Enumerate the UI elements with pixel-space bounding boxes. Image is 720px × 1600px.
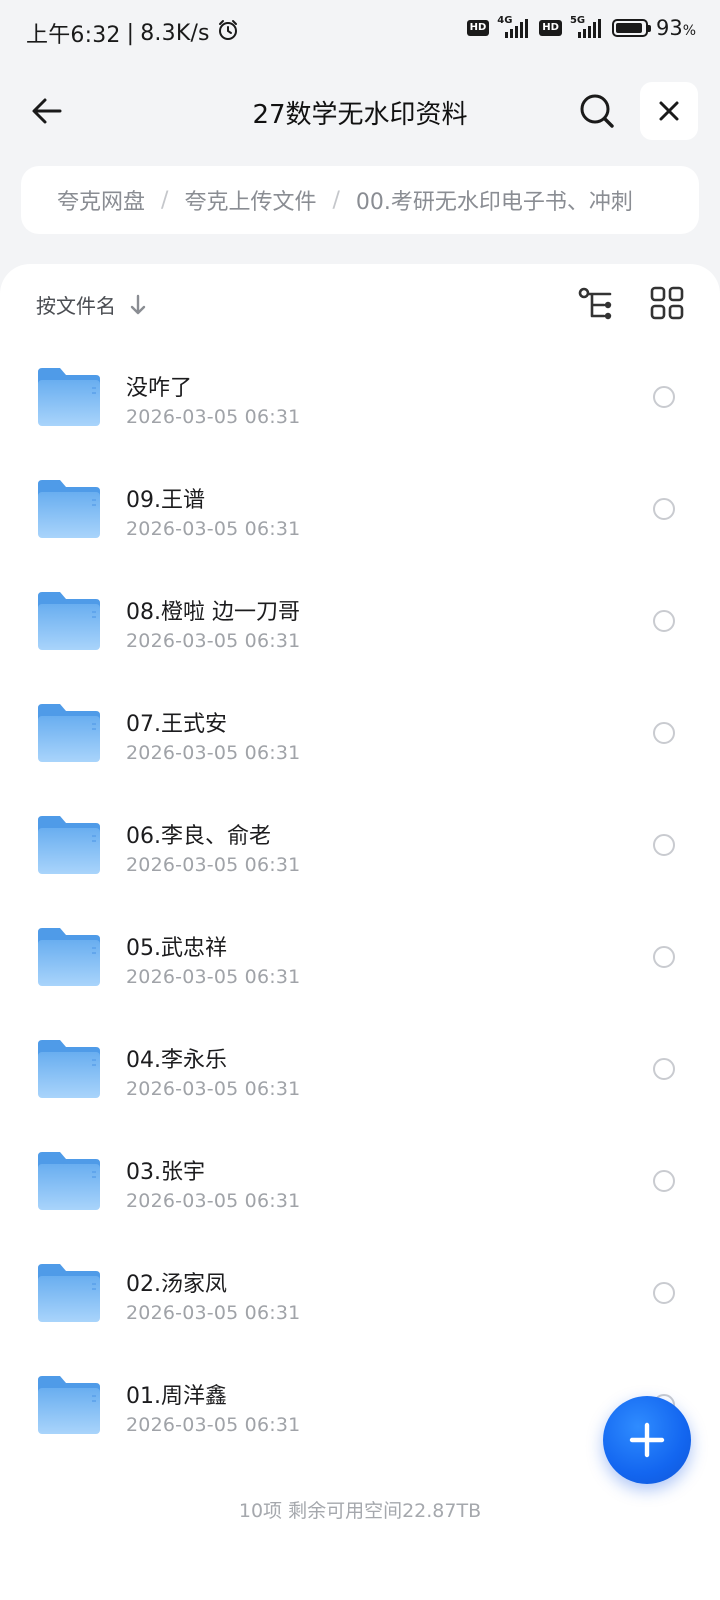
status-time: 上午6:32 [26, 23, 121, 48]
file-panel: 按文件名 没咋了 2026-03-05 06:31 09.王谱 2026-03-… [0, 264, 720, 1600]
search-icon [580, 94, 614, 128]
plus-icon [629, 1422, 665, 1458]
breadcrumb-separator: / [161, 187, 169, 213]
status-divider: | [126, 20, 135, 46]
breadcrumb-separator: / [332, 187, 340, 213]
battery-percent: 93% [655, 16, 696, 40]
folder-icon [38, 1264, 100, 1322]
file-row[interactable]: 没咋了 2026-03-05 06:31 [0, 344, 720, 456]
status-left: 上午6:32 | 8.3K/s [26, 17, 240, 49]
storage-summary: 10项 剩余可用空间22.87TB [238, 1500, 482, 1522]
folder-icon [38, 1152, 100, 1210]
select-radio[interactable] [653, 946, 675, 968]
file-name: 05.武忠祥 [126, 936, 227, 961]
file-row[interactable]: 09.王谱 2026-03-05 06:31 [0, 456, 720, 568]
file-name: 04.李永乐 [126, 1048, 227, 1073]
select-radio[interactable] [653, 1170, 675, 1192]
file-row[interactable]: 05.武忠祥 2026-03-05 06:31 [0, 904, 720, 1016]
file-date: 2026-03-05 06:31 [126, 742, 301, 764]
file-row[interactable]: 03.张宇 2026-03-05 06:31 [0, 1128, 720, 1240]
file-row[interactable]: 02.汤家凤 2026-03-05 06:31 [0, 1240, 720, 1352]
select-radio[interactable] [653, 498, 675, 520]
folder-icon [38, 592, 100, 650]
grid-view-icon[interactable] [650, 286, 684, 320]
breadcrumb-item-3[interactable]: 00.考研无水印电子书、冲刺 [356, 184, 633, 216]
status-right: HD 4G HD 5G 93% [466, 15, 696, 40]
hd-badge-sim2: HD [539, 20, 562, 36]
select-radio[interactable] [653, 1282, 675, 1304]
folder-icon [38, 480, 100, 538]
alarm-clock-icon [216, 18, 240, 48]
folder-icon [38, 1376, 100, 1434]
battery-fill [615, 23, 642, 33]
select-radio[interactable] [653, 1058, 675, 1080]
folder-icon [38, 1040, 100, 1098]
file-row[interactable]: 06.李良、俞老 2026-03-05 06:31 [0, 792, 720, 904]
file-name: 没咋了 [126, 376, 193, 401]
sort-button[interactable]: 按文件名 [36, 290, 148, 319]
file-date: 2026-03-05 06:31 [126, 1078, 301, 1100]
signal-icon-sim1: 4G [497, 15, 531, 39]
file-name: 08.橙啦 边一刀哥 [126, 600, 300, 625]
file-date: 2026-03-05 06:31 [126, 854, 301, 876]
folder-icon [38, 368, 100, 426]
tree-view-icon[interactable] [578, 286, 616, 324]
top-bar: 27数学无水印资料 [0, 78, 720, 148]
file-list: 没咋了 2026-03-05 06:31 09.王谱 2026-03-05 06… [0, 344, 720, 1464]
file-row[interactable]: 08.橙啦 边一刀哥 2026-03-05 06:31 [0, 568, 720, 680]
file-name: 01.周洋鑫 [126, 1384, 227, 1409]
select-radio[interactable] [653, 722, 675, 744]
file-name: 06.李良、俞老 [126, 824, 271, 849]
hd-badge-sim1: HD [466, 20, 490, 36]
file-date: 2026-03-05 06:31 [126, 966, 301, 988]
sort-label: 按文件名 [36, 294, 116, 318]
file-date: 2026-03-05 06:31 [126, 1414, 301, 1436]
signal-icon-sim2: 5G [569, 15, 604, 39]
breadcrumb: 夸克网盘 / 夸克上传文件 / 00.考研无水印电子书、冲刺 [21, 166, 699, 234]
file-row[interactable]: 04.李永乐 2026-03-05 06:31 [0, 1016, 720, 1128]
file-date: 2026-03-05 06:31 [126, 1190, 301, 1212]
folder-icon [38, 928, 100, 986]
file-row[interactable]: 07.王式安 2026-03-05 06:31 [0, 680, 720, 792]
network-type-sim2: 5G [569, 15, 586, 26]
select-radio[interactable] [653, 834, 675, 856]
select-radio[interactable] [653, 610, 675, 632]
file-name: 03.张宇 [126, 1160, 205, 1185]
arrow-down-icon [130, 294, 146, 314]
file-name: 07.王式安 [126, 712, 227, 737]
file-name: 02.汤家凤 [126, 1272, 227, 1297]
select-radio[interactable] [653, 386, 675, 408]
close-icon [659, 101, 679, 121]
breadcrumb-item-2[interactable]: 夸克上传文件 [184, 184, 316, 216]
file-date: 2026-03-05 06:31 [126, 630, 301, 652]
file-name: 09.王谱 [126, 488, 205, 513]
folder-icon [38, 704, 100, 762]
network-type-sim1: 4G [497, 15, 513, 26]
file-date: 2026-03-05 06:31 [126, 1302, 301, 1324]
close-button[interactable] [640, 82, 698, 140]
battery-icon [611, 19, 651, 37]
add-button[interactable] [603, 1396, 691, 1484]
file-date: 2026-03-05 06:31 [126, 518, 301, 540]
search-button[interactable] [574, 88, 620, 134]
status-bar: 上午6:32 | 8.3K/s HD 4G HD 5G 93% [0, 0, 720, 64]
folder-icon [38, 816, 100, 874]
status-net-speed: 8.3K/s [140, 20, 210, 46]
file-date: 2026-03-05 06:31 [126, 406, 301, 428]
breadcrumb-item-1[interactable]: 夸克网盘 [57, 184, 145, 216]
